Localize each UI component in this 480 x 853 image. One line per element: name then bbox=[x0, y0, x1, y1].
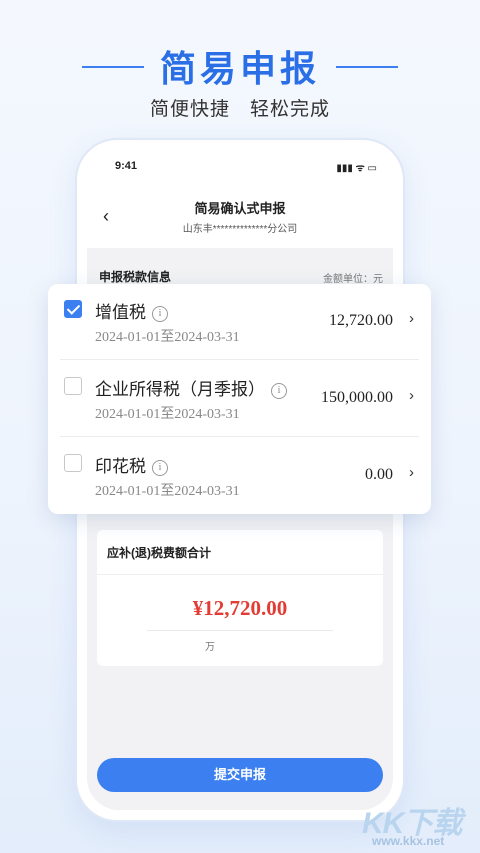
total-label: 应补(退)税费额合计 bbox=[107, 546, 211, 560]
tax-row-stamp-duty[interactable]: 印花税 i 2024-01-01至2024-03-31 0.00 › bbox=[48, 438, 431, 514]
company-name: 山东丰**************分公司 bbox=[182, 224, 298, 235]
amount-unit-note: 金额单位：元 bbox=[323, 274, 383, 285]
status-time: 9:41 bbox=[115, 160, 138, 172]
hero-title: 简易申报 bbox=[0, 40, 480, 92]
watermark-url: www.kkx.net bbox=[372, 834, 445, 848]
chevron-right-icon[interactable]: › bbox=[409, 387, 414, 404]
tax-amount: 12,720.00 bbox=[329, 312, 393, 329]
section-title: 申报税款信息 bbox=[99, 270, 172, 284]
tax-row-vat[interactable]: 增值税 i 2024-01-01至2024-03-31 12,720.00 › bbox=[48, 284, 431, 360]
checkbox-unchecked[interactable] bbox=[64, 454, 82, 472]
divider bbox=[147, 630, 333, 631]
info-icon[interactable]: i bbox=[152, 460, 168, 476]
tax-name-label: 印花税 bbox=[95, 457, 146, 476]
tax-name: 企业所得税（月季报） i bbox=[95, 375, 287, 400]
divider bbox=[97, 574, 383, 575]
tax-name: 印花税 i bbox=[95, 452, 168, 477]
tax-items-card: 增值税 i 2024-01-01至2024-03-31 12,720.00 › 企… bbox=[48, 284, 431, 514]
status-icons: ▮▮▮ ᯤ ▭ bbox=[336, 163, 377, 174]
watermark-logo: KK下载 www.kkx.net bbox=[362, 798, 480, 853]
tax-name-label: 企业所得税（月季报） bbox=[95, 380, 265, 399]
tax-name-label: 增值税 bbox=[95, 303, 146, 322]
submit-button[interactable]: 提交申报 bbox=[97, 758, 383, 792]
tax-amount: 150,000.00 bbox=[321, 389, 393, 406]
chevron-right-icon[interactable]: › bbox=[409, 464, 414, 481]
checkbox-unchecked[interactable] bbox=[64, 377, 82, 395]
tax-period: 2024-01-01至2024-03-31 bbox=[95, 407, 240, 422]
total-card: 应补(退)税费额合计 ¥12,720.00 万 bbox=[97, 530, 383, 666]
info-icon[interactable]: i bbox=[152, 306, 168, 322]
tax-row-corporate-income[interactable]: 企业所得税（月季报） i 2024-01-01至2024-03-31 150,00… bbox=[48, 361, 431, 437]
hero-subtitle: 简便快捷 轻松完成 bbox=[149, 99, 330, 120]
header-area: 9:41 ▮▮▮ ᯤ ▭ ‹ 简易确认式申报 山东丰**************… bbox=[87, 150, 393, 248]
total-unit: 万 bbox=[205, 642, 215, 653]
hero-title-text: 简易申报 bbox=[159, 48, 320, 89]
divider bbox=[60, 359, 419, 360]
info-icon[interactable]: i bbox=[271, 383, 287, 399]
checkbox-checked[interactable] bbox=[64, 300, 82, 318]
chevron-right-icon[interactable]: › bbox=[409, 310, 414, 327]
tax-name: 增值税 i bbox=[95, 298, 168, 323]
tax-amount: 0.00 bbox=[365, 466, 393, 483]
page-title: 简易确认式申报 bbox=[194, 201, 286, 216]
divider bbox=[60, 436, 419, 437]
tax-period: 2024-01-01至2024-03-31 bbox=[95, 484, 240, 499]
total-amount: ¥12,720.00 bbox=[192, 596, 288, 620]
tax-period: 2024-01-01至2024-03-31 bbox=[95, 330, 240, 345]
